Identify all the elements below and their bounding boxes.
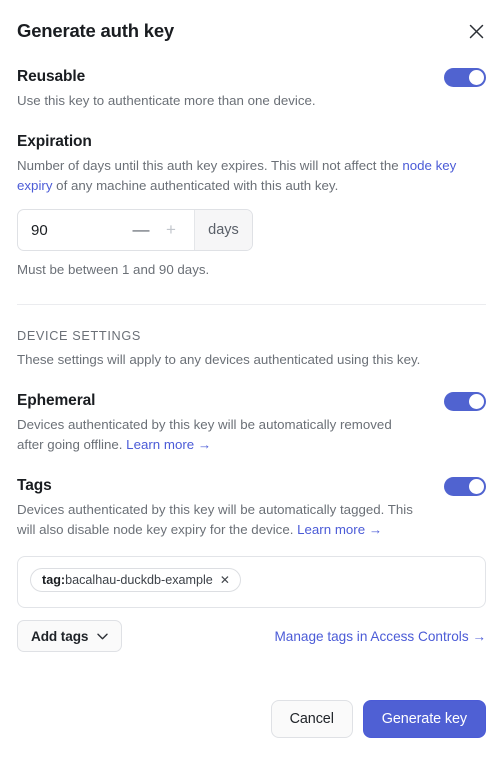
- toggle-knob: [469, 479, 484, 494]
- ephemeral-section: Ephemeral Devices authenticated by this …: [17, 390, 486, 455]
- ephemeral-row: Ephemeral: [17, 390, 486, 412]
- tags-helper: Devices authenticated by this key will b…: [17, 500, 417, 540]
- expiration-unit-label: days: [194, 210, 252, 250]
- expiration-section: Expiration Number of days until this aut…: [17, 131, 486, 279]
- chevron-down-icon: [97, 633, 109, 640]
- tag-chip-remove-icon[interactable]: ✕: [220, 574, 230, 586]
- tag-chip-name: bacalhau-duckdb-example: [65, 573, 213, 587]
- reusable-row: Reusable: [17, 66, 486, 88]
- reusable-label: Reusable: [17, 68, 86, 85]
- tags-learn-more-link[interactable]: Learn more →: [297, 522, 382, 537]
- generate-auth-key-dialog: Generate auth key Reusable Use this key …: [0, 0, 503, 765]
- generate-key-button[interactable]: Generate key: [362, 700, 486, 738]
- dialog-header: Generate auth key: [17, 0, 486, 52]
- tags-toggle[interactable]: [444, 477, 486, 496]
- expiration-hint: Must be between 1 and 90 days.: [17, 262, 210, 277]
- expiration-label: Expiration: [17, 133, 92, 150]
- add-tags-button[interactable]: Add tags: [17, 620, 123, 652]
- tag-chip-text: tag:bacalhau-duckdb-example: [42, 573, 213, 587]
- expiration-stepper: — + days: [17, 209, 253, 251]
- tags-label: Tags: [17, 477, 52, 494]
- expiration-helper-text-1: Number of days until this auth key expir…: [17, 158, 403, 173]
- cancel-button[interactable]: Cancel: [270, 700, 353, 738]
- page-title: Generate auth key: [17, 20, 175, 41]
- tag-chip-prefix: tag:: [42, 573, 66, 587]
- expiration-helper: Number of days until this auth key expir…: [17, 156, 486, 196]
- expiration-days-input[interactable]: [31, 221, 101, 239]
- reusable-toggle[interactable]: [444, 68, 486, 87]
- ephemeral-helper: Devices authenticated by this key will b…: [17, 415, 417, 455]
- toggle-knob: [469, 394, 484, 409]
- ephemeral-toggle[interactable]: [444, 392, 486, 411]
- expiration-helper-text-2: of any machine authenticated with this a…: [52, 178, 339, 193]
- reusable-helper: Use this key to authenticate more than o…: [17, 93, 316, 108]
- tags-input-box[interactable]: tag:bacalhau-duckdb-example ✕: [17, 556, 486, 608]
- increment-button[interactable]: +: [156, 210, 186, 250]
- device-settings-subtitle: These settings will apply to any devices…: [17, 352, 421, 367]
- decrement-button[interactable]: —: [126, 210, 156, 250]
- tags-section: Tags Devices authenticated by this key w…: [17, 475, 486, 652]
- dialog-footer: Cancel Generate key: [270, 700, 486, 738]
- toggle-knob: [469, 70, 484, 85]
- tags-row: Tags: [17, 475, 486, 497]
- tag-chip[interactable]: tag:bacalhau-duckdb-example ✕: [30, 568, 241, 592]
- stepper-buttons: — +: [126, 210, 194, 250]
- close-button[interactable]: [462, 17, 490, 45]
- add-tags-label: Add tags: [31, 628, 89, 644]
- device-settings-section: DEVICE SETTINGS These settings will appl…: [17, 327, 486, 370]
- manage-tags-link[interactable]: Manage tags in Access Controls →: [274, 629, 486, 644]
- ephemeral-label: Ephemeral: [17, 392, 96, 409]
- close-icon: [468, 23, 485, 40]
- section-divider: [17, 304, 486, 305]
- expiration-input-wrap: [18, 210, 126, 250]
- tag-actions-row: Add tags Manage tags in Access Controls …: [17, 620, 486, 652]
- ephemeral-learn-more-link[interactable]: Learn more →: [126, 437, 211, 452]
- reusable-section: Reusable Use this key to authenticate mo…: [17, 66, 486, 111]
- device-settings-heading: DEVICE SETTINGS: [17, 329, 141, 343]
